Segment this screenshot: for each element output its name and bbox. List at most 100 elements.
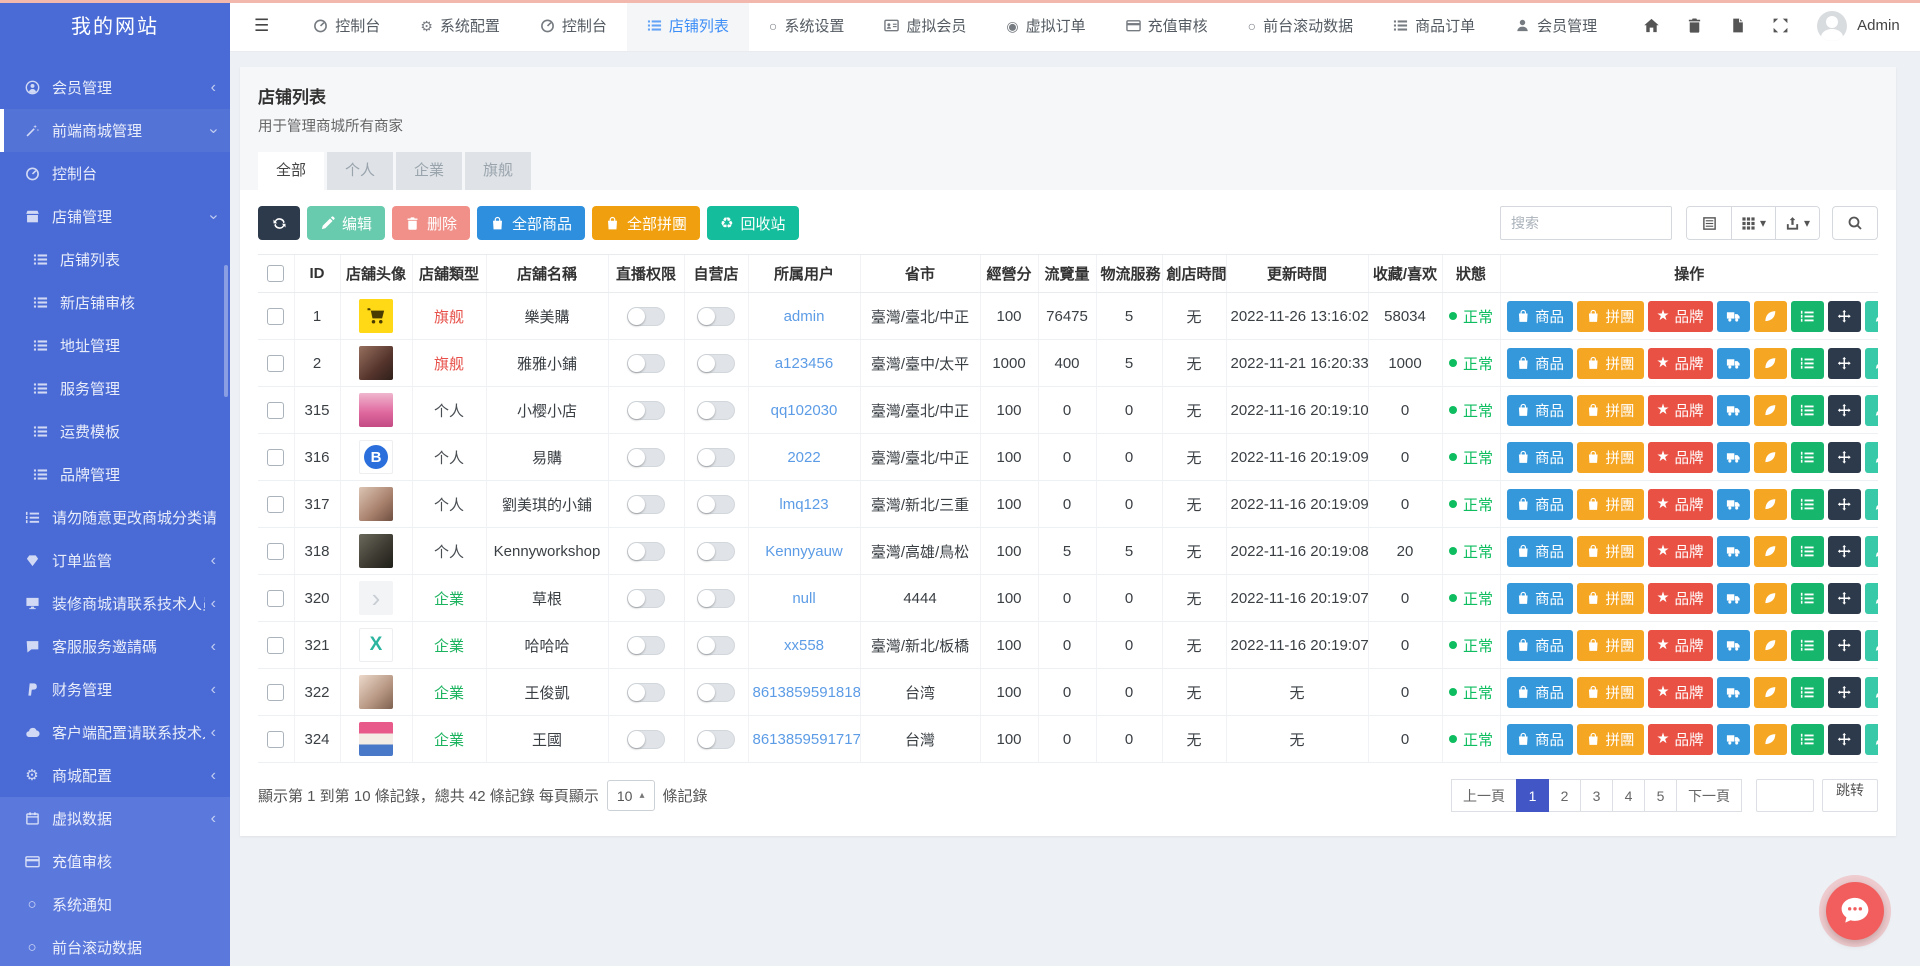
action-move-button[interactable] <box>1827 300 1861 332</box>
owner-user-link[interactable]: 8613859591818 <box>753 684 861 701</box>
action-pencil-button[interactable] <box>1864 676 1878 708</box>
action-star-button[interactable]: ★ 品牌 <box>1647 394 1713 426</box>
sidebar-item[interactable]: 品牌管理 <box>0 453 230 496</box>
action-bag-button[interactable]: 商品 <box>1506 441 1573 473</box>
action-pencil-button[interactable] <box>1864 488 1878 520</box>
action-bag-button[interactable]: 商品 <box>1506 535 1573 567</box>
page-size-select[interactable]: 10 ▴ <box>606 780 655 811</box>
row-checkbox[interactable] <box>267 354 285 372</box>
action-bag-button[interactable]: 商品 <box>1506 676 1573 708</box>
nav-tab-2[interactable]: 控制台 <box>520 0 627 51</box>
action-bag-button[interactable]: 拼團 <box>1577 676 1644 708</box>
refresh-button[interactable] <box>258 206 300 240</box>
sidebar-item[interactable]: 运费模板 <box>0 410 230 453</box>
live-permission-toggle[interactable] <box>627 353 665 373</box>
sidebar-item[interactable]: 客户端配置请联系技术人员 ‹ <box>0 711 230 754</box>
sidebar-item[interactable]: 地址管理 <box>0 324 230 367</box>
action-pencil-button[interactable] <box>1864 582 1878 614</box>
live-permission-toggle[interactable] <box>627 729 665 749</box>
action-pencil-button[interactable] <box>1864 535 1878 567</box>
jump-page-input[interactable] <box>1756 779 1814 812</box>
action-bag-button[interactable]: 拼團 <box>1577 441 1644 473</box>
nav-tab-0[interactable]: 控制台 <box>293 0 400 51</box>
self-operated-toggle[interactable] <box>697 729 735 749</box>
page-button-1[interactable]: 1 <box>1516 779 1549 812</box>
filter-tab-2[interactable]: 企業 <box>396 152 463 190</box>
select-all-checkbox[interactable] <box>267 265 285 283</box>
action-listol-button[interactable] <box>1790 535 1824 567</box>
user-avatar[interactable] <box>1817 10 1848 41</box>
nav-tab-3[interactable]: 店铺列表 <box>626 0 749 51</box>
row-checkbox[interactable] <box>267 636 285 654</box>
owner-user-link[interactable]: qq102030 <box>771 402 838 419</box>
nav-tab-10[interactable]: 会员管理 <box>1495 0 1617 51</box>
self-operated-toggle[interactable] <box>697 400 735 420</box>
action-leaf-button[interactable] <box>1753 629 1787 661</box>
sidebar-item[interactable]: 服务管理 <box>0 367 230 410</box>
sidebar-item[interactable]: ⚙ 商城配置 ‹ <box>0 754 230 797</box>
live-permission-toggle[interactable] <box>627 682 665 702</box>
action-move-button[interactable] <box>1827 582 1861 614</box>
sidebar-item[interactable]: ○ 前台滚动数据 <box>0 926 230 966</box>
nav-tab-9[interactable]: 商品订单 <box>1373 0 1495 51</box>
action-truck-button[interactable] <box>1716 535 1750 567</box>
action-star-button[interactable]: ★ 品牌 <box>1647 535 1713 567</box>
action-pencil-button[interactable] <box>1864 723 1878 755</box>
home-icon[interactable] <box>1643 17 1660 34</box>
live-permission-toggle[interactable] <box>627 635 665 655</box>
sidebar-item[interactable]: 装修商城请联系技术人员 ‹ <box>0 582 230 625</box>
action-leaf-button[interactable] <box>1753 394 1787 426</box>
owner-user-link[interactable]: Kennyyauw <box>765 543 843 560</box>
action-pencil-button[interactable] <box>1864 394 1878 426</box>
export-button[interactable]: ▾ <box>1775 207 1819 239</box>
action-star-button[interactable]: ★ 品牌 <box>1647 723 1713 755</box>
sidebar-scrollbar[interactable] <box>224 265 228 397</box>
page-button-4[interactable]: 4 <box>1612 779 1645 812</box>
sidebar-item[interactable]: 店铺列表 <box>0 238 230 281</box>
action-listol-button[interactable] <box>1790 723 1824 755</box>
row-checkbox[interactable] <box>267 401 285 419</box>
filter-tab-0[interactable]: 全部 <box>258 152 325 190</box>
self-operated-toggle[interactable] <box>697 682 735 702</box>
action-move-button[interactable] <box>1827 347 1861 379</box>
edit-button[interactable]: 编辑 <box>307 206 386 240</box>
self-operated-toggle[interactable] <box>697 541 735 561</box>
action-bag-button[interactable]: 拼團 <box>1577 535 1644 567</box>
live-permission-toggle[interactable] <box>627 306 665 326</box>
all-groups-button[interactable]: 全部拼團 <box>592 206 701 240</box>
action-star-button[interactable]: ★ 品牌 <box>1647 676 1713 708</box>
action-pencil-button[interactable] <box>1864 629 1878 661</box>
action-move-button[interactable] <box>1827 723 1861 755</box>
refresh-page-icon[interactable] <box>1729 17 1746 34</box>
owner-user-link[interactable]: lmq123 <box>779 496 828 513</box>
detail-view-button[interactable] <box>1687 207 1731 239</box>
self-operated-toggle[interactable] <box>697 494 735 514</box>
filter-tab-3[interactable]: 旗舰 <box>465 152 532 190</box>
search-button[interactable] <box>1832 206 1878 240</box>
columns-button[interactable]: ▾ <box>1731 207 1775 239</box>
action-leaf-button[interactable] <box>1753 347 1787 379</box>
owner-user-link[interactable]: 8613859591717 <box>753 731 861 748</box>
action-truck-button[interactable] <box>1716 441 1750 473</box>
live-permission-toggle[interactable] <box>627 447 665 467</box>
recycle-bin-button[interactable]: ♻ 回收站 <box>707 206 799 240</box>
action-leaf-button[interactable] <box>1753 723 1787 755</box>
action-truck-button[interactable] <box>1716 676 1750 708</box>
sidebar-item[interactable]: 会员管理 ‹ <box>0 66 230 109</box>
action-truck-button[interactable] <box>1716 300 1750 332</box>
action-move-button[interactable] <box>1827 676 1861 708</box>
action-leaf-button[interactable] <box>1753 535 1787 567</box>
action-listol-button[interactable] <box>1790 582 1824 614</box>
action-move-button[interactable] <box>1827 488 1861 520</box>
action-leaf-button[interactable] <box>1753 582 1787 614</box>
filter-tab-1[interactable]: 个人 <box>327 152 394 190</box>
action-move-button[interactable] <box>1827 394 1861 426</box>
action-leaf-button[interactable] <box>1753 488 1787 520</box>
action-truck-button[interactable] <box>1716 582 1750 614</box>
action-star-button[interactable]: ★ 品牌 <box>1647 488 1713 520</box>
action-truck-button[interactable] <box>1716 394 1750 426</box>
action-truck-button[interactable] <box>1716 723 1750 755</box>
sidebar-item[interactable]: 控制台 <box>0 152 230 195</box>
nav-tab-8[interactable]: ○ 前台滚动数据 <box>1228 0 1373 51</box>
sidebar-item[interactable]: 充值审核 <box>0 840 230 883</box>
